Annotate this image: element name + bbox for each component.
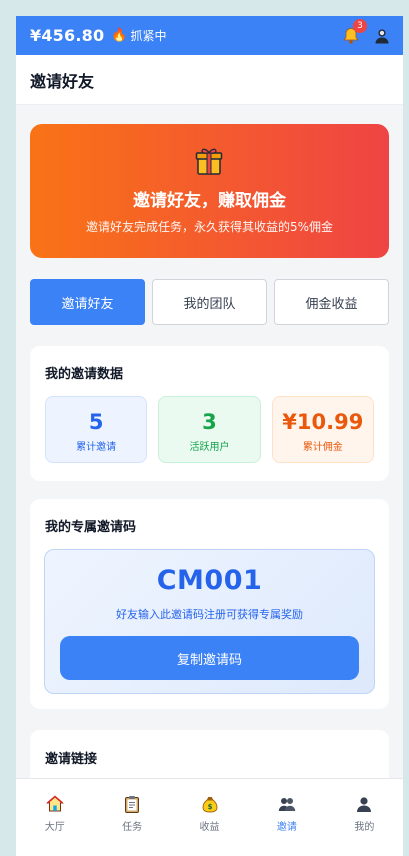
nav-label: 任务 <box>122 822 143 833</box>
balance-amount: ¥456.80 <box>30 26 105 45</box>
invite-code-hint: 好友输入此邀请码注册可获得专属奖励 <box>116 608 303 621</box>
money-bag-icon: $ <box>202 797 217 813</box>
invite-code-card: 我的专属邀请码 CM001 好友输入此邀请码注册可获得专属奖励 复制邀请码 <box>30 499 389 709</box>
nav-item-tasks[interactable]: 任务 <box>93 795 170 856</box>
nav-item-mine[interactable]: 我的 <box>326 795 403 856</box>
stats-row: 5 累计邀请 3 活跃用户 ¥10.99 累计佣金 <box>45 396 374 463</box>
notification-button[interactable]: 3 <box>341 18 367 46</box>
hero-title: 邀请好友，赚取佣金 <box>133 191 286 211</box>
svg-text:$: $ <box>207 803 212 811</box>
stat-total-commission: ¥10.99 累计佣金 <box>271 396 374 463</box>
nav-label: 收益 <box>199 822 220 833</box>
code-card-title: 我的专属邀请码 <box>45 520 137 535</box>
stat-label: 累计佣金 <box>302 442 343 453</box>
clipboard-icon <box>125 796 140 813</box>
user-icon <box>375 28 389 43</box>
fire-icon: 🔥 <box>111 28 128 43</box>
page-title: 邀请好友 <box>30 71 95 91</box>
page-header: 邀请好友 <box>16 55 403 105</box>
invite-code-box: CM001 好友输入此邀请码注册可获得专属奖励 复制邀请码 <box>44 549 375 694</box>
top-bar: ¥456.80 🔥 抓紧中 3 <box>16 16 403 55</box>
stat-label: 活跃用户 <box>189 442 230 453</box>
invite-hero-banner: 邀请好友，赚取佣金 邀请好友完成任务，永久获得其收益的5%佣金 <box>30 124 389 258</box>
invite-code: CM001 <box>156 565 263 596</box>
nav-label: 我的 <box>354 822 375 833</box>
nav-item-earnings[interactable]: $ 收益 <box>171 795 248 856</box>
stat-value: ¥10.99 <box>282 410 364 434</box>
invite-stats-card: 我的邀请数据 5 累计邀请 3 活跃用户 ¥10.99 累计佣金 <box>30 346 389 481</box>
nav-label: 邀请 <box>276 822 297 833</box>
stats-card-title: 我的邀请数据 <box>45 367 124 382</box>
user-icon <box>357 797 372 812</box>
link-card-title: 邀请链接 <box>45 752 98 767</box>
tab-commission-earnings[interactable]: 佣金收益 <box>274 279 389 325</box>
copy-code-button[interactable]: 复制邀请码 <box>60 636 359 680</box>
gift-icon <box>195 148 223 175</box>
stat-value: 5 <box>88 410 104 434</box>
app-screen: ¥456.80 🔥 抓紧中 3 邀请好友 邀请好友，赚取佣金 邀请好友完成任务，… <box>16 16 403 856</box>
bottom-nav: 大厅 任务 $ 收益 邀请 我的 <box>16 778 403 856</box>
stat-active-users: 3 活跃用户 <box>158 396 261 463</box>
stat-total-invites: 5 累计邀请 <box>45 396 148 463</box>
nav-item-invite[interactable]: 邀请 <box>248 795 325 856</box>
invite-tabs: 邀请好友 我的团队 佣金收益 <box>30 279 389 325</box>
notification-badge: 3 <box>353 18 367 33</box>
status-label: 抓紧中 <box>130 29 167 43</box>
status-indicator: 🔥 抓紧中 <box>111 27 166 44</box>
hero-subtitle: 邀请好友完成任务，永久获得其收益的5%佣金 <box>85 220 334 234</box>
profile-button[interactable] <box>373 27 391 45</box>
stat-label: 累计邀请 <box>76 442 117 453</box>
nav-label: 大厅 <box>44 822 65 833</box>
nav-item-hall[interactable]: 大厅 <box>16 795 93 856</box>
users-icon <box>278 798 296 811</box>
tab-invite-friends[interactable]: 邀请好友 <box>30 279 145 325</box>
tab-my-team[interactable]: 我的团队 <box>152 279 267 325</box>
home-icon <box>45 795 64 812</box>
stat-value: 3 <box>202 410 217 434</box>
